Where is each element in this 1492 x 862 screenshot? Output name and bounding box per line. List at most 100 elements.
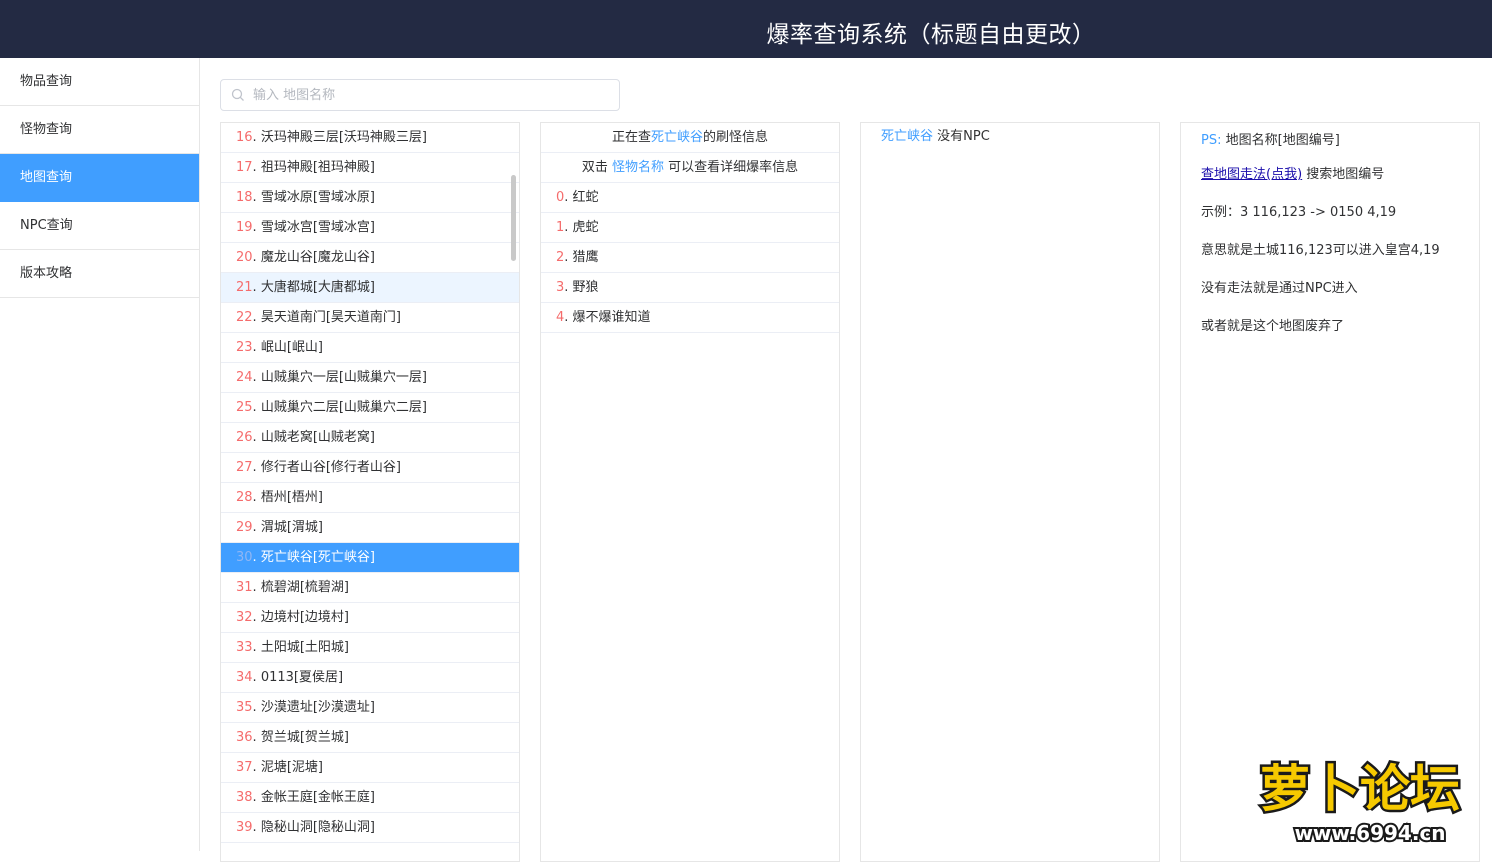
monster-list-item[interactable]: 4. 爆不爆谁知道 [541, 303, 839, 333]
map-list-item[interactable]: 31. 梳碧湖[梳碧湖] [221, 573, 519, 603]
map-list-item[interactable]: 25. 山贼巢穴二层[山贼巢穴二层] [221, 393, 519, 423]
help-no-path: 没有走法就是通过NPC进入 [1201, 281, 1358, 296]
map-item-separator: . [252, 670, 261, 685]
sidebar-menu: 物品查询 怪物查询 地图查询 NPC查询 版本攻略 [0, 58, 200, 851]
map-list-item[interactable]: 35. 沙漠遗址[沙漠遗址] [221, 693, 519, 723]
map-list-item[interactable]: 28. 梧州[梧州] [221, 483, 519, 513]
map-item-separator: . [252, 130, 261, 145]
logo-url-text: www.6994.cn [1294, 821, 1445, 845]
map-item-name: 祖玛神殿[祖玛神殿] [260, 160, 375, 175]
map-item-index: 23 [236, 340, 253, 355]
map-item-name: 0113[夏侯居] [260, 670, 344, 685]
map-list-item[interactable]: 20. 魔龙山谷[魔龙山谷] [221, 243, 519, 273]
map-list-item[interactable]: 27. 修行者山谷[修行者山谷] [221, 453, 519, 483]
map-list-item[interactable]: 30. 死亡峡谷[死亡峡谷] [221, 543, 519, 573]
hint-suffix: 可以查看详细爆率信息 [668, 160, 799, 175]
map-item-index: 28 [236, 490, 253, 505]
map-item-index: 29 [236, 520, 253, 535]
map-item-name: 梧州[梧州] [260, 490, 323, 505]
map-list-item[interactable]: 17. 祖玛神殿[祖玛神殿] [221, 153, 519, 183]
npc-status-text: 没有NPC [937, 129, 990, 144]
map-item-name: 魔龙山谷[魔龙山谷] [260, 250, 375, 265]
map-list-scrollbar[interactable] [511, 175, 516, 261]
map-item-index: 20 [236, 250, 253, 265]
ps-text: 地图名称[地图编号] [1225, 133, 1340, 148]
monster-item-name: 爆不爆谁知道 [572, 310, 651, 325]
sidebar-item-map-query[interactable]: 地图查询 [0, 154, 199, 202]
monster-item-name: 红蛇 [572, 190, 599, 205]
map-list-item[interactable]: 16. 沃玛神殿三层[沃玛神殿三层] [221, 123, 519, 153]
map-list-item[interactable]: 32. 边境村[边境村] [221, 603, 519, 633]
monster-item-name: 野狼 [572, 280, 599, 295]
monster-panel-hint: 双击 怪物名称 可以查看详细爆率信息 [541, 153, 839, 183]
map-item-index: 37 [236, 760, 253, 775]
map-item-name: 边境村[边境村] [260, 610, 349, 625]
map-item-name: 隐秘山洞[隐秘山洞] [260, 820, 375, 835]
map-list-item[interactable]: 23. 岷山[岷山] [221, 333, 519, 363]
map-item-separator: . [252, 550, 261, 565]
help-abandoned: 或者就是这个地图废弃了 [1201, 319, 1345, 334]
map-list-item[interactable]: 19. 雪域冰宫[雪域冰宫] [221, 213, 519, 243]
map-item-index: 17 [236, 160, 253, 175]
map-item-name: 岷山[岷山] [260, 340, 323, 355]
map-item-name: 修行者山谷[修行者山谷] [260, 460, 401, 475]
map-list-item[interactable]: 33. 土阳城[土阳城] [221, 633, 519, 663]
sidebar-item-item-query[interactable]: 物品查询 [0, 58, 199, 106]
ps-label: PS: [1201, 133, 1222, 148]
map-item-index: 30 [236, 550, 253, 565]
top-header: 爆率查询系统（标题自由更改） [0, 0, 1492, 58]
map-item-name: 雪域冰宫[雪域冰宫] [260, 220, 375, 235]
map-item-index: 25 [236, 400, 253, 415]
monster-item-separator: . [564, 220, 573, 235]
sidebar-item-monster-query[interactable]: 怪物查询 [0, 106, 199, 154]
monster-item-separator: . [564, 190, 573, 205]
map-list-item[interactable]: 38. 金帐王庭[金帐王庭] [221, 783, 519, 813]
map-list-item[interactable]: 34. 0113[夏侯居] [221, 663, 519, 693]
map-item-separator: . [252, 640, 261, 655]
map-item-separator: . [252, 520, 261, 535]
map-list-item[interactable]: 36. 贺兰城[贺兰城] [221, 723, 519, 753]
map-item-index: 22 [236, 310, 253, 325]
map-list-item[interactable]: 26. 山贼老窝[山贼老窝] [221, 423, 519, 453]
map-list-item[interactable]: 24. 山贼巢穴一层[山贼巢穴一层] [221, 363, 519, 393]
map-item-name: 贺兰城[贺兰城] [260, 730, 349, 745]
map-item-separator: . [252, 370, 261, 385]
map-item-index: 32 [236, 610, 253, 625]
help-example: 示例：3 116,123 -> 0150 4,19 [1201, 205, 1397, 220]
map-item-name: 泥塘[泥塘] [260, 760, 323, 775]
hint-prefix: 双击 [581, 160, 608, 175]
npc-map-name[interactable]: 死亡峡谷 [881, 129, 933, 144]
map-list-item[interactable]: 29. 渭城[渭城] [221, 513, 519, 543]
map-list-item[interactable]: 39. 隐秘山洞[隐秘山洞] [221, 813, 519, 843]
map-item-index: 19 [236, 220, 253, 235]
sidebar-item-guide[interactable]: 版本攻略 [0, 250, 199, 298]
map-list-item[interactable]: 37. 泥塘[泥塘] [221, 753, 519, 783]
help-link-line: 查地图走法(点我) 搜索地图编号 [1181, 161, 1479, 199]
map-search-input[interactable] [253, 84, 613, 106]
monster-list-item[interactable]: 3. 野狼 [541, 273, 839, 303]
map-item-index: 24 [236, 370, 253, 385]
map-list-item[interactable]: 18. 雪域冰原[雪域冰原] [221, 183, 519, 213]
monster-item-separator: . [564, 310, 573, 325]
logo-brand-text: 萝卜论坛 [1260, 760, 1460, 818]
map-list-item[interactable]: 21. 大唐都城[大唐都城] [221, 273, 519, 303]
monster-item-separator: . [564, 250, 573, 265]
map-search-box[interactable] [220, 79, 620, 111]
map-list-item[interactable]: 22. 昊天道南门[昊天道南门] [221, 303, 519, 333]
map-item-name: 梳碧湖[梳碧湖] [260, 580, 349, 595]
monster-list-item[interactable]: 1. 虎蛇 [541, 213, 839, 243]
map-item-index: 39 [236, 820, 253, 835]
sidebar-item-npc-query[interactable]: NPC查询 [0, 202, 199, 250]
header-prefix: 正在查 [611, 130, 651, 145]
map-route-link[interactable]: 查地图走法(点我) [1201, 167, 1302, 182]
map-item-index: 36 [236, 730, 253, 745]
monster-item-name: 虎蛇 [572, 220, 599, 235]
map-list-panel[interactable]: 16. 沃玛神殿三层[沃玛神殿三层] 17. 祖玛神殿[祖玛神殿] 18. 雪域冰原… [220, 122, 520, 862]
map-item-index: 35 [236, 700, 253, 715]
map-item-separator: . [252, 760, 261, 775]
monster-list-item[interactable]: 2. 猎鹰 [541, 243, 839, 273]
monster-panel: 正在查死亡峡谷的刷怪信息 双击 怪物名称 可以查看详细爆率信息 0. 红蛇 1. … [540, 122, 840, 862]
monster-list-item[interactable]: 0. 红蛇 [541, 183, 839, 213]
map-item-separator: . [252, 610, 261, 625]
npc-panel: 死亡峡谷 没有NPC [860, 122, 1160, 862]
